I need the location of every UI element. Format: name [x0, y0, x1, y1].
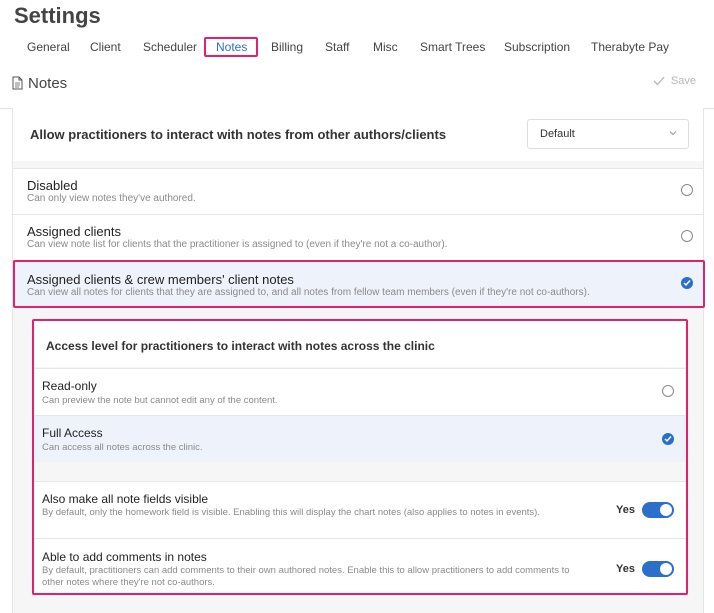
tab-client[interactable]: Client	[90, 40, 121, 54]
tab-therabyte-pay[interactable]: Therabyte Pay	[591, 40, 669, 54]
save-label: Save	[670, 75, 696, 87]
access-level-section: Access level for practitioners to intera…	[32, 319, 688, 595]
settings-tabs: General Client Scheduler Notes Billing S…	[0, 36, 714, 60]
option-title: Disabled	[27, 178, 78, 193]
option-assigned-clients[interactable]: Assigned clients Can view note list for …	[13, 214, 703, 260]
page-title: Settings	[14, 3, 101, 28]
tab-misc[interactable]: Misc	[373, 40, 398, 54]
tab-billing[interactable]: Billing	[271, 40, 303, 54]
selected-option-highlight	[13, 260, 705, 308]
interaction-dropdown[interactable]: Default	[527, 119, 689, 149]
option-description: Can view note list for clients that the …	[27, 239, 448, 250]
option-description: Can only view notes they've authored.	[27, 193, 196, 204]
save-button[interactable]: Save	[653, 75, 696, 87]
tab-general[interactable]: General	[27, 40, 70, 54]
access-section-highlight	[32, 319, 688, 595]
tab-staff[interactable]: Staff	[325, 40, 349, 54]
interaction-heading: Allow practitioners to interact with not…	[30, 127, 447, 142]
active-tab-highlight	[204, 37, 258, 57]
section-header: Notes Save	[0, 70, 714, 109]
radio-assigned-clients[interactable]	[681, 230, 693, 242]
tab-scheduler[interactable]: Scheduler	[143, 40, 197, 54]
tab-smart-trees[interactable]: Smart Trees	[420, 40, 485, 54]
interaction-heading-row: Allow practitioners to interact with not…	[13, 108, 703, 161]
dropdown-value: Default	[540, 128, 575, 140]
radio-disabled[interactable]	[681, 184, 693, 196]
chevron-down-icon	[669, 131, 677, 136]
document-icon	[12, 76, 23, 95]
option-title: Assigned clients	[27, 224, 121, 239]
tab-subscription[interactable]: Subscription	[504, 40, 570, 54]
section-title: Notes	[28, 75, 68, 92]
check-icon	[653, 76, 665, 86]
option-disabled[interactable]: Disabled Can only view notes they've aut…	[13, 168, 703, 214]
